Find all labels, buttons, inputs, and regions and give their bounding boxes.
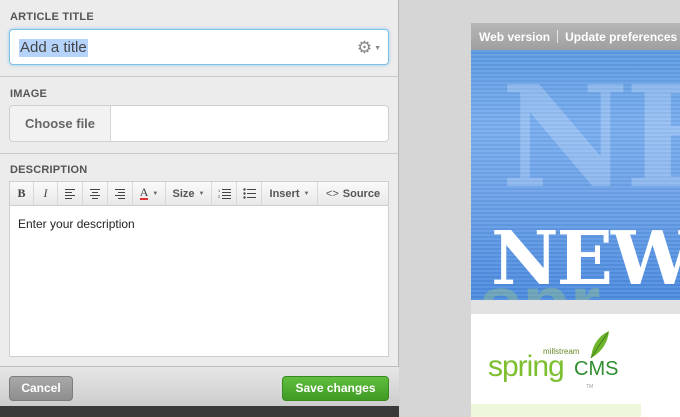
image-file-input[interactable]: Choose file [9,105,389,142]
chevron-down-icon: ▼ [303,190,310,197]
editor-toolbar: B I A ▼ Size ▼ 1 2 Insert ▼ <> Source [10,182,388,206]
hero-headline: NEW [491,216,680,300]
title-settings-button[interactable]: ⚙ ▼ [356,38,382,58]
bullet-list-icon [242,188,256,199]
font-color-button[interactable]: A ▼ [133,182,166,205]
web-version-link[interactable]: Web version [479,30,550,44]
insert-dropdown[interactable]: Insert ▼ [262,182,318,205]
save-changes-button[interactable]: Save changes [282,376,389,401]
numbered-list-button[interactable]: 1 2 [212,182,237,205]
email-preview-pane: Web version Update preferences NE spr NE… [400,0,680,417]
description-textarea[interactable]: Enter your description [18,217,135,231]
image-section: IMAGE Choose file [0,77,399,154]
logo-trademark: TM [586,384,594,390]
source-label: Source [342,187,381,200]
gear-icon: ⚙ [356,38,373,57]
description-label: DESCRIPTION [10,164,88,176]
article-title-label: ARTICLE TITLE [10,11,94,23]
panel-bottom-bar [0,406,399,417]
align-right-icon [115,188,125,199]
leaf-icon [590,331,609,359]
cancel-button[interactable]: Cancel [9,376,73,401]
description-section: DESCRIPTION B I A ▼ Size ▼ 1 2 Insert ▼ … [0,154,399,366]
italic-button[interactable]: I [34,182,58,205]
code-icon: <> [325,187,339,200]
nav-divider [557,30,559,43]
svg-text:2: 2 [218,194,221,199]
email-preview: Web version Update preferences NE spr NE… [471,23,680,417]
rich-text-editor: B I A ▼ Size ▼ 1 2 Insert ▼ <> Source En… [9,181,389,357]
font-color-icon: A [139,185,149,200]
chevron-down-icon: ▼ [198,190,205,197]
article-title-text[interactable]: Add a title [19,39,88,57]
choose-file-button[interactable]: Choose file [10,106,111,141]
article-title-input[interactable]: Add a title ⚙ ▼ [9,29,389,65]
email-bottom-band [471,404,641,417]
image-label: IMAGE [10,88,48,100]
align-left-icon [65,188,75,199]
align-center-icon [90,188,100,199]
insert-label: Insert [269,187,300,200]
align-left-button[interactable] [58,182,83,205]
font-size-dropdown[interactable]: Size ▼ [166,182,212,205]
hero-divider-band [471,300,680,314]
hero-background-text: NE [501,56,680,220]
source-button[interactable]: <> Source [318,182,388,205]
numbered-list-icon: 1 2 [218,188,231,199]
bold-button[interactable]: B [10,182,34,205]
logo-spring-text: spring [488,350,565,383]
edit-panel: ARTICLE TITLE Add a title ⚙ ▼ IMAGE Choos… [0,0,399,417]
align-center-button[interactable] [83,182,108,205]
newsletter-hero-banner: NE spr NEW [471,50,680,300]
logo-cms-text: CMS [574,358,619,380]
svg-text:1: 1 [218,188,221,193]
chevron-down-icon: ▼ [374,44,382,52]
form-footer: Cancel Save changes [0,366,399,406]
bullet-list-button[interactable] [237,182,262,205]
font-size-label: Size [172,187,195,200]
email-nav-bar: Web version Update preferences [471,23,680,50]
update-preferences-link[interactable]: Update preferences [565,30,677,44]
article-title-section: ARTICLE TITLE Add a title ⚙ ▼ [0,0,399,77]
align-right-button[interactable] [108,182,133,205]
brand-logo: millstream spring CMS TM [471,314,680,404]
chevron-down-icon: ▼ [152,190,159,197]
